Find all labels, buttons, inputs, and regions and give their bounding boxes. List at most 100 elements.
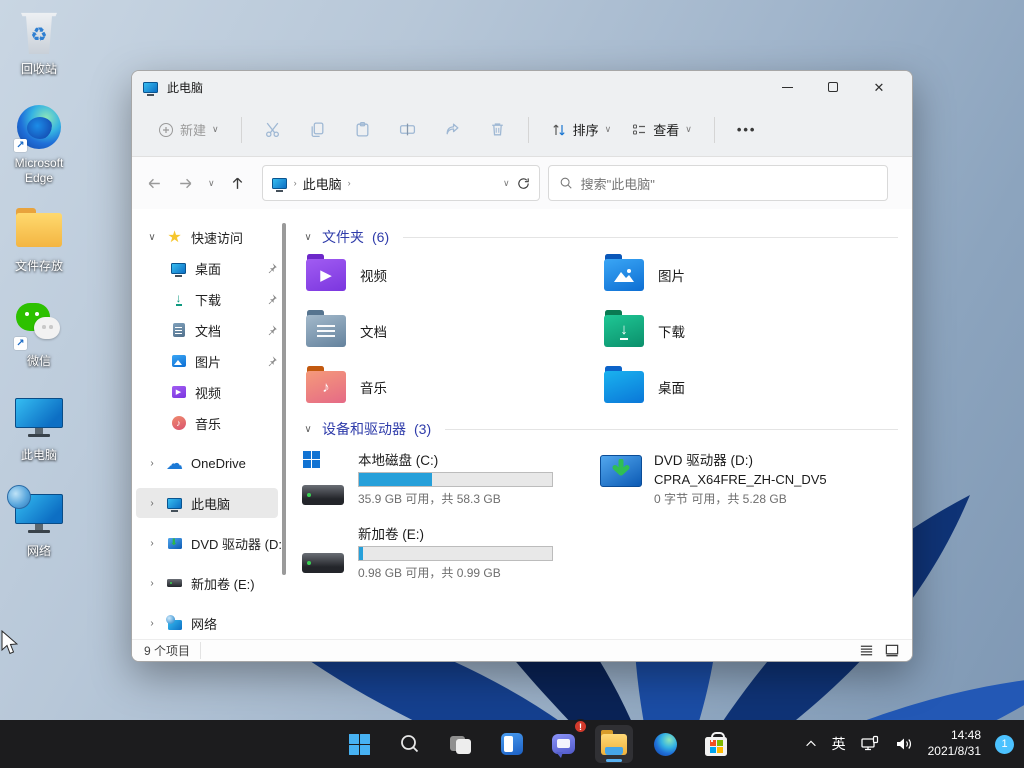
up-button[interactable] <box>229 175 246 192</box>
chevron-right-icon[interactable]: › <box>146 498 158 509</box>
widgets-icon <box>501 733 523 755</box>
folder-tile-desktop[interactable]: 桌面 <box>600 366 898 405</box>
folder-tile-downloads[interactable]: ↓ 下载 <box>600 310 898 349</box>
chevron-right-icon[interactable]: › <box>146 578 158 589</box>
see-more-button[interactable]: ••• <box>729 116 765 143</box>
desktop-icon-this-pc[interactable]: 此电脑 <box>0 394 78 463</box>
drive-name: DVD 驱动器 (D:) <box>654 453 753 468</box>
close-button[interactable]: ✕ <box>856 71 902 103</box>
explorer-window: 此电脑 ✕ 新建 ∨ 排序 ∨ 查看 ∨ ••• ∨ › 此电脑 › ∨ 搜索"… <box>131 70 913 662</box>
ime-indicator[interactable]: 英 <box>832 734 846 754</box>
task-view-button[interactable] <box>442 725 480 763</box>
desktop-icon-edge[interactable]: ↗ Microsoft Edge <box>0 102 78 186</box>
chevron-right-icon[interactable]: › <box>146 458 158 469</box>
drive-tile-e[interactable]: 新加卷 (E:) 0.98 GB 可用，共 0.99 GB <box>302 523 600 581</box>
drive-tile-dvd[interactable]: DVD 驱动器 (D:) CPRA_X64FRE_ZH-CN_DV5 0 字节 … <box>600 449 898 507</box>
store-button[interactable] <box>697 725 735 763</box>
refresh-button[interactable] <box>516 176 531 191</box>
share-icon[interactable] <box>444 121 461 138</box>
sidebar-item-quick-access[interactable]: ∨ ★ 快速访问 <box>136 222 278 252</box>
tile-label: 文档 <box>360 325 387 340</box>
sidebar-scrollbar[interactable] <box>282 223 286 575</box>
desktop-icon-label: 回收站 <box>20 62 57 76</box>
rename-icon[interactable] <box>399 121 416 138</box>
folder-tile-documents[interactable]: 文档 <box>302 310 600 349</box>
tile-label: 视频 <box>360 269 387 284</box>
address-bar[interactable]: › 此电脑 › ∨ <box>261 165 540 201</box>
title-bar[interactable]: 此电脑 ✕ <box>132 71 912 103</box>
chevron-right-icon[interactable]: › <box>146 538 158 549</box>
videos-folder-icon: ▶ <box>306 254 346 291</box>
clock[interactable]: 14:48 2021/8/31 <box>928 728 981 759</box>
minimize-button[interactable] <box>764 71 810 103</box>
paste-icon[interactable] <box>354 121 371 138</box>
sidebar-item-downloads[interactable]: ↓ 下载 <box>136 284 278 314</box>
chevron-down-icon[interactable]: ∨ <box>302 424 314 435</box>
sidebar-item-new-volume[interactable]: › 新加卷 (E:) <box>136 568 278 598</box>
edge-button[interactable] <box>646 725 684 763</box>
desktop-icon-file-folder[interactable]: 文件存放 <box>0 205 78 274</box>
sidebar-item-videos[interactable]: ▶ 视频 <box>136 377 278 407</box>
sidebar-item-desktop[interactable]: 桌面 <box>136 253 278 283</box>
desktop-icon-recycle-bin[interactable]: ♻ 回收站 <box>0 8 78 77</box>
sidebar-item-network[interactable]: › 网络 <box>136 608 278 638</box>
sort-button[interactable]: 排序 ∨ <box>543 114 620 145</box>
this-pc-icon <box>166 495 183 512</box>
delete-icon[interactable] <box>489 121 506 138</box>
star-icon: ★ <box>167 229 182 246</box>
file-explorer-button[interactable] <box>595 725 633 763</box>
shortcut-arrow-icon: ↗ <box>14 139 27 152</box>
folder-tile-music[interactable]: ♪ 音乐 <box>302 366 600 405</box>
chevron-down-icon: ∨ <box>212 124 219 134</box>
breadcrumb-this-pc[interactable]: 此电脑 <box>303 174 342 193</box>
taskbar: ! 英 14:48 2021/8/31 1 <box>0 719 1024 768</box>
back-button[interactable] <box>146 175 163 192</box>
disc-label: CPRA_X64FRE_ZH-CN_DV5 <box>654 472 827 487</box>
chevron-down-icon: ∨ <box>685 124 692 134</box>
list-view-button[interactable] <box>859 643 874 658</box>
documents-folder-icon <box>306 310 346 347</box>
recent-locations-button[interactable]: ∨ <box>208 178 215 189</box>
address-dropdown-icon[interactable]: ∨ <box>503 178 510 189</box>
drive-tile-c[interactable]: 本地磁盘 (C:) 35.9 GB 可用，共 58.3 GB <box>302 449 600 507</box>
sidebar-item-this-pc[interactable]: › 此电脑 <box>136 488 278 518</box>
folder-tile-pictures[interactable]: 图片 <box>600 254 898 293</box>
chat-button[interactable]: ! <box>544 719 588 763</box>
sidebar-item-label: 网络 <box>191 616 218 632</box>
sidebar-item-music[interactable]: ♪ 音乐 <box>136 408 278 438</box>
copy-icon[interactable] <box>309 121 326 138</box>
chevron-down-icon[interactable]: ∨ <box>302 232 314 243</box>
taskbar-search-button[interactable] <box>391 725 429 763</box>
mouse-cursor <box>1 630 18 655</box>
desktop-icon-wechat[interactable]: ↗ 微信 <box>0 300 78 369</box>
sidebar-item-pictures[interactable]: 图片 <box>136 346 278 376</box>
tray-overflow-button[interactable] <box>804 737 818 751</box>
widgets-button[interactable] <box>493 725 531 763</box>
search-box[interactable]: 搜索"此电脑" <box>547 165 888 201</box>
sidebar-item-onedrive[interactable]: › ☁ OneDrive <box>136 448 278 478</box>
downloads-icon: ↓ <box>175 291 182 306</box>
large-icons-view-button[interactable] <box>884 643 900 658</box>
sidebar-item-label: 桌面 <box>195 261 222 277</box>
section-header-folders[interactable]: ∨ 文件夹 (6) <box>302 227 898 247</box>
recycle-bin-icon: ♻ <box>21 12 57 54</box>
folder-tile-videos[interactable]: ▶ 视频 <box>302 254 600 293</box>
notification-count-badge[interactable]: 1 <box>995 734 1014 754</box>
drive-usage: 0 字节 可用，共 5.28 GB <box>654 492 787 506</box>
chevron-right-icon[interactable]: › <box>146 618 158 629</box>
desktop-icon-network[interactable]: 网络 <box>0 485 78 559</box>
close-icon: ✕ <box>873 79 885 95</box>
volume-icon[interactable] <box>894 736 914 752</box>
sidebar-item-dvd-drive[interactable]: › DVD 驱动器 (D:) <box>136 528 286 558</box>
start-button[interactable] <box>340 725 378 763</box>
pin-icon <box>268 262 277 273</box>
section-header-devices[interactable]: ∨ 设备和驱动器 (3) <box>302 419 898 439</box>
forward-button[interactable] <box>177 175 194 192</box>
view-button[interactable]: 查看 ∨ <box>623 114 700 145</box>
network-icon[interactable] <box>860 735 880 753</box>
new-button[interactable]: 新建 ∨ <box>150 114 227 145</box>
cut-icon[interactable] <box>264 121 281 138</box>
sidebar-item-documents[interactable]: 文档 <box>136 315 278 345</box>
maximize-button[interactable] <box>810 71 856 103</box>
chevron-down-icon[interactable]: ∨ <box>146 232 158 243</box>
